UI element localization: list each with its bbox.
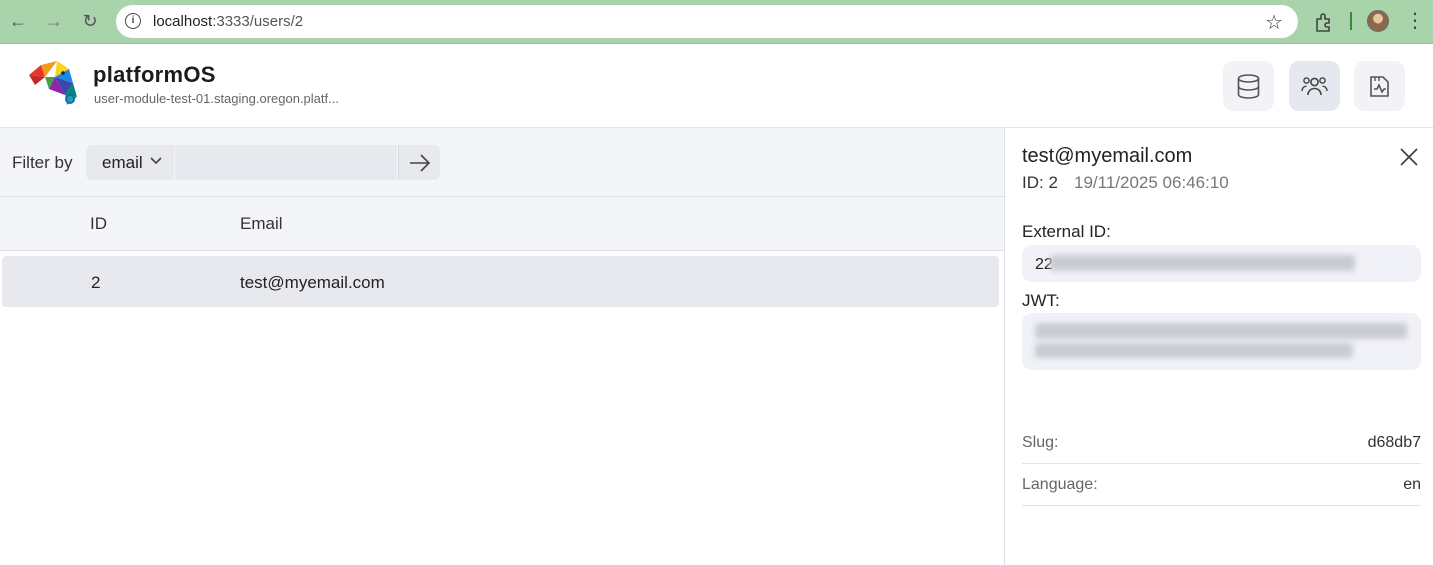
- address-bar[interactable]: i localhost:3333/users/2 ☆: [116, 5, 1298, 38]
- app-header: platformOS user-module-test-01.staging.o…: [0, 45, 1433, 128]
- toolbar-divider: [1350, 12, 1352, 30]
- slug-value: d68db7: [1367, 434, 1421, 451]
- language-value: en: [1403, 476, 1421, 493]
- brand-name: platformOS: [93, 62, 216, 87]
- browser-toolbar: ← → ↻ i localhost:3333/users/2 ☆ ⋮: [0, 0, 1433, 44]
- back-icon[interactable]: ←: [6, 9, 30, 33]
- users-button[interactable]: [1289, 61, 1340, 111]
- url-host: localhost: [153, 13, 213, 30]
- detail-id: ID: 2: [1022, 173, 1058, 192]
- user-detail-panel: test@myemail.com ID: 2 19/11/2025 06:46:…: [1004, 128, 1433, 565]
- browser-menu-icon[interactable]: ⋮: [1405, 9, 1425, 33]
- table-row[interactable]: 2 test@myemail.com: [2, 256, 999, 307]
- close-icon[interactable]: [1398, 146, 1420, 168]
- external-id-field[interactable]: 22: [1022, 245, 1421, 282]
- language-label: Language:: [1022, 476, 1098, 493]
- profile-avatar[interactable]: [1367, 10, 1389, 32]
- cell-id: 2: [91, 273, 101, 292]
- jwt-field[interactable]: [1022, 313, 1421, 370]
- slug-label: Slug:: [1022, 434, 1059, 451]
- logs-icon: [1370, 76, 1389, 97]
- detail-created-at: 19/11/2025 06:46:10: [1074, 173, 1229, 192]
- reload-icon[interactable]: ↻: [78, 9, 102, 33]
- redacted-value: [1035, 323, 1407, 339]
- instance-url: user-module-test-01.staging.oregon.platf…: [94, 91, 339, 106]
- forward-icon[interactable]: →: [42, 9, 66, 33]
- redacted-value: [1050, 255, 1355, 271]
- redacted-value: [1035, 343, 1353, 358]
- logs-button[interactable]: [1354, 61, 1405, 111]
- url-path: :3333/users/2: [212, 13, 304, 30]
- cell-email: test@myemail.com: [240, 273, 385, 292]
- filter-field-select[interactable]: email: [86, 145, 174, 180]
- url-text[interactable]: localhost:3333/users/2: [153, 13, 303, 30]
- table-header: ID Email: [0, 197, 1004, 251]
- extensions-icon[interactable]: [1313, 11, 1335, 33]
- arrow-right-icon: [410, 154, 431, 172]
- filter-bar: Filter by email: [0, 128, 1004, 197]
- filter-label: Filter by: [12, 153, 73, 172]
- users-icon: [1301, 77, 1328, 96]
- database-icon: [1237, 74, 1260, 99]
- jwt-label: JWT:: [1022, 291, 1060, 310]
- platformos-logo: [29, 61, 77, 105]
- language-row: Language: en: [1022, 464, 1421, 506]
- detail-email: test@myemail.com: [1022, 145, 1193, 167]
- column-header-email: Email: [240, 214, 283, 233]
- slug-row: Slug: d68db7: [1022, 422, 1421, 464]
- site-info-icon[interactable]: i: [125, 13, 141, 29]
- external-id-label: External ID:: [1022, 222, 1111, 241]
- filter-field-value: email: [102, 153, 143, 172]
- column-header-id: ID: [90, 214, 107, 233]
- database-button[interactable]: [1223, 61, 1274, 111]
- chevron-down-icon: [150, 157, 162, 165]
- filter-submit-button[interactable]: [398, 145, 440, 180]
- bookmark-star-icon[interactable]: ☆: [1265, 10, 1283, 35]
- filter-value-input[interactable]: [175, 145, 397, 180]
- users-list-pane: Filter by email ID Email 2 test@myemail.…: [0, 128, 1004, 565]
